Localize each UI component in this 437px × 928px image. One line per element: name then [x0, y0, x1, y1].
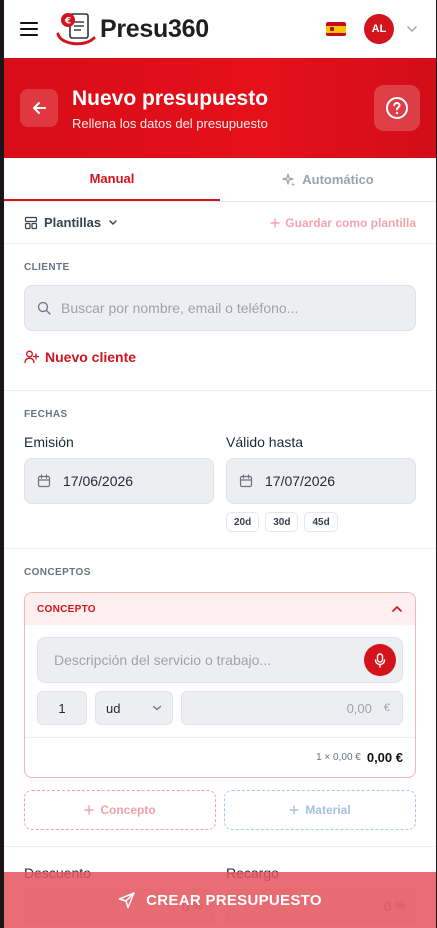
add-material-button[interactable]: Material: [224, 790, 416, 830]
dates-section: FECHAS Emisión 17/06/2026 Válido hasta 1…: [4, 391, 436, 549]
help-button[interactable]: [374, 85, 420, 131]
logo-number: 360: [167, 14, 209, 43]
templates-label: Plantillas: [44, 215, 102, 230]
send-icon: [118, 892, 135, 909]
valid-until-label: Válido hasta: [226, 434, 304, 450]
valid-until-value: 17/07/2026: [265, 473, 336, 489]
tab-manual-label: Manual: [89, 171, 135, 186]
microphone-button[interactable]: [364, 644, 396, 676]
concept-card: CONCEPTO Descripción del servicio o trab…: [24, 592, 416, 778]
tab-automatico[interactable]: Automático: [220, 158, 436, 201]
concepts-section-label: CONCEPTOS: [24, 567, 91, 578]
templates-row: Plantillas Guardar como plantilla: [4, 202, 436, 244]
sparkles-icon: [282, 172, 296, 186]
client-search-placeholder: Buscar por nombre, email o teléfono...: [61, 300, 299, 316]
chip-20-days[interactable]: 20d: [226, 512, 260, 532]
issue-date-value: 17/06/2026: [63, 473, 134, 489]
concepts-section: CONCEPTOS CONCEPTO Descripción del servi…: [4, 549, 436, 847]
calendar-icon: [37, 474, 51, 488]
new-client-button[interactable]: Nuevo cliente: [24, 349, 416, 365]
logo-text: Presu: [100, 14, 168, 43]
dates-section-label: FECHAS: [24, 409, 68, 420]
page-subtitle: Rellena los datos del presupuesto: [72, 115, 268, 131]
price-value: 0,00: [346, 700, 372, 716]
save-template-label: Guardar como plantilla: [285, 215, 416, 230]
tab-automatico-label: Automático: [302, 172, 374, 187]
client-section: CLIENTE Buscar por nombre, email o teléf…: [4, 244, 436, 391]
logo-mark: €: [54, 10, 98, 48]
layout-icon: [24, 216, 38, 229]
concept-total: 0,00 €: [366, 750, 403, 765]
chip-45-days[interactable]: 45d: [304, 512, 338, 532]
save-template-button[interactable]: Guardar como plantilla: [270, 216, 416, 230]
top-bar: € Presu360 AL: [4, 0, 436, 58]
concept-card-header[interactable]: CONCEPTO: [25, 593, 415, 625]
client-section-label: CLIENTE: [24, 262, 70, 273]
app-screen: € Presu360 AL Nuevo presupuesto Rellena …: [4, 0, 436, 928]
page-header: Nuevo presupuesto Rellena los datos del …: [4, 58, 436, 158]
add-concept-label: Concepto: [100, 803, 156, 817]
unit-value: ud: [106, 700, 121, 716]
templates-dropdown[interactable]: Plantillas: [24, 215, 119, 230]
chip-30-days[interactable]: 30d: [265, 512, 299, 532]
help-icon: [386, 97, 408, 119]
concept-description-input[interactable]: Descripción del servicio o trabajo...: [37, 637, 403, 683]
create-budget-label: CREAR PRESUPUESTO: [146, 891, 322, 909]
spain-flag-icon[interactable]: [326, 22, 346, 36]
quantity-input[interactable]: 1: [37, 691, 87, 725]
microphone-icon: [374, 652, 386, 668]
user-avatar[interactable]: AL: [364, 14, 394, 44]
chevron-down-icon: [152, 705, 162, 711]
tab-bar: Manual Automático: [4, 158, 436, 202]
menu-icon[interactable]: [20, 22, 38, 36]
add-concept-button[interactable]: Concepto: [24, 790, 216, 830]
user-plus-icon: [24, 350, 39, 364]
unit-select[interactable]: ud: [95, 691, 173, 725]
page-title: Nuevo presupuesto: [72, 86, 269, 110]
price-input[interactable]: 0,00 €: [181, 691, 403, 725]
app-logo[interactable]: € Presu360: [54, 10, 209, 48]
plus-icon: [84, 805, 95, 815]
client-search-input[interactable]: Buscar por nombre, email o teléfono...: [24, 285, 416, 331]
search-icon: [37, 301, 51, 315]
chevron-up-icon[interactable]: [391, 605, 403, 613]
price-currency: €: [383, 702, 390, 714]
create-budget-button[interactable]: CREAR PRESUPUESTO: [4, 872, 436, 928]
issue-date-input[interactable]: 17/06/2026: [24, 458, 214, 504]
concept-total-row: 1 × 0,00 € 0,00 €: [25, 737, 415, 777]
new-client-label: Nuevo cliente: [45, 349, 137, 365]
plus-icon: [270, 217, 280, 228]
chevron-down-icon: [109, 219, 117, 225]
plus-icon: [289, 805, 300, 815]
chevron-down-icon[interactable]: [404, 21, 420, 37]
concept-calculation: 1 × 0,00 €: [316, 752, 361, 763]
issue-date-label: Emisión: [24, 434, 74, 450]
calendar-icon: [239, 474, 253, 488]
concept-description-placeholder: Descripción del servicio o trabajo...: [54, 652, 272, 668]
add-material-label: Material: [305, 803, 351, 817]
back-button[interactable]: [20, 89, 58, 127]
arrow-left-icon: [33, 102, 46, 114]
concept-card-label: CONCEPTO: [37, 603, 96, 615]
tab-manual[interactable]: Manual: [4, 158, 220, 201]
svg-text:€: €: [64, 17, 71, 27]
valid-until-input[interactable]: 17/07/2026: [226, 458, 416, 504]
